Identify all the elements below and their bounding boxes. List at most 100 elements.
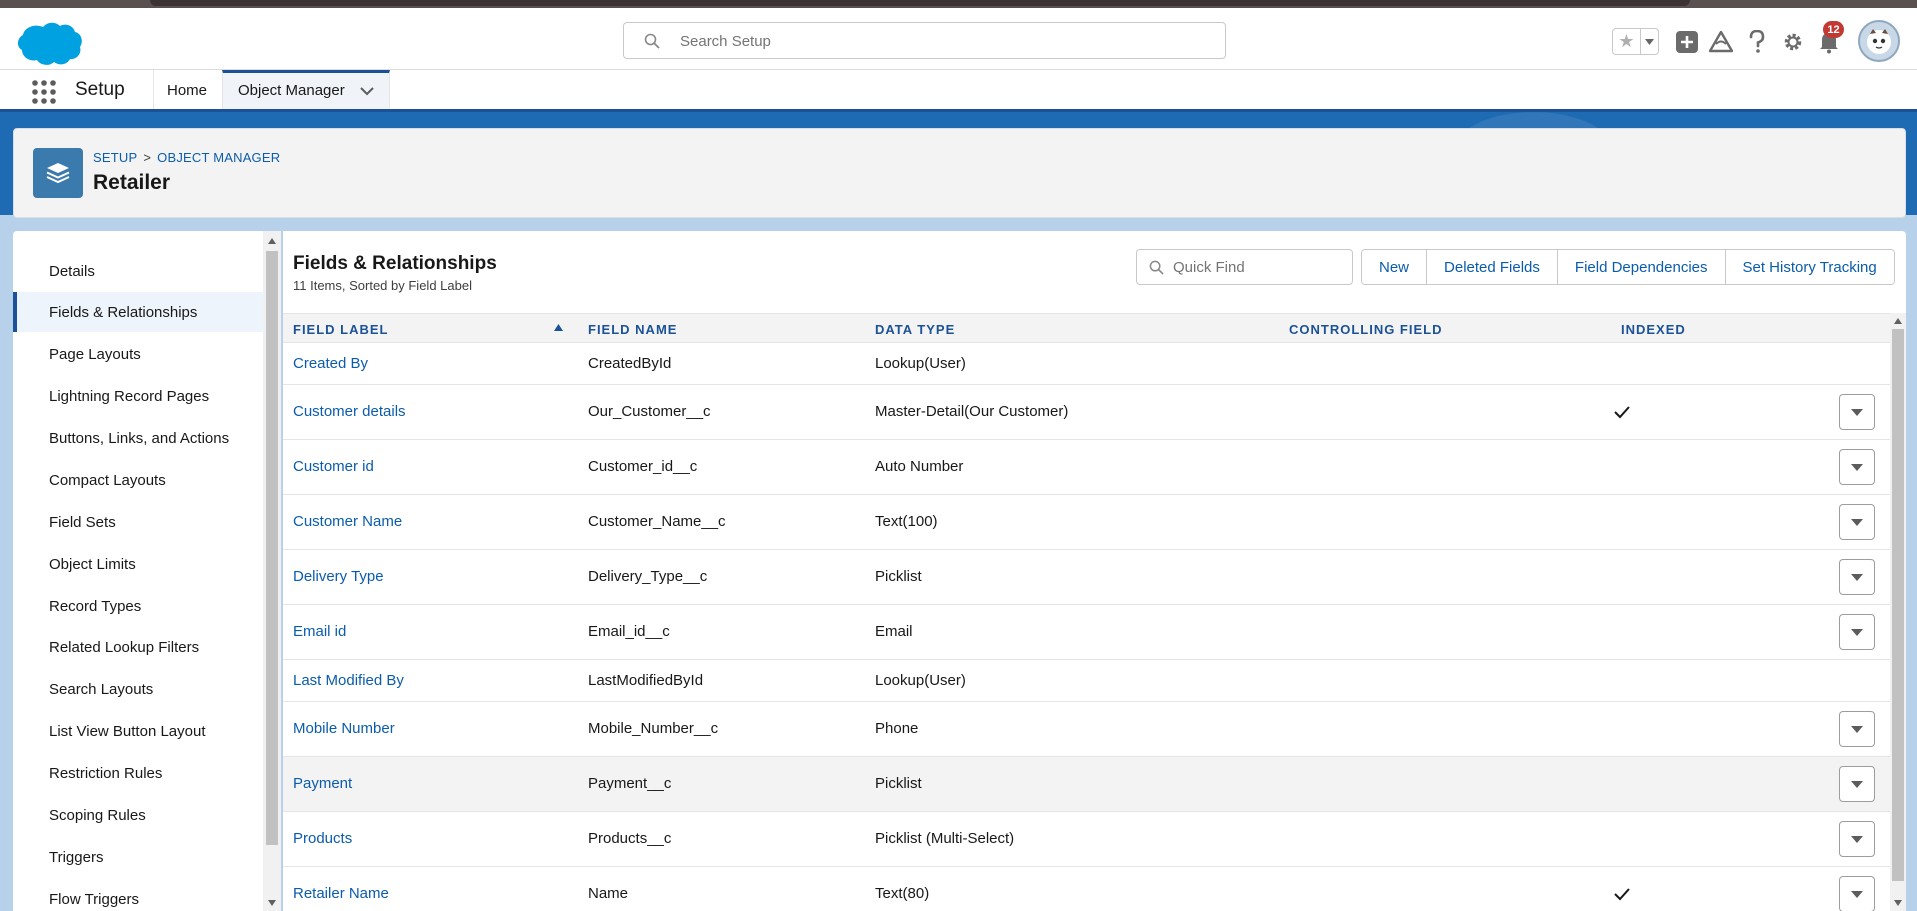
setup-gear-button[interactable] — [1779, 28, 1807, 56]
global-header: ★ 12 — [0, 8, 1917, 70]
caret-down-icon — [1645, 38, 1654, 45]
row-actions-menu-button[interactable] — [1839, 614, 1875, 650]
sidebar-item-record-types[interactable]: Record Types — [13, 586, 263, 626]
action-button-group: New Deleted Fields Field Dependencies Se… — [1361, 249, 1895, 285]
sidebar-item-details[interactable]: Details — [13, 251, 263, 291]
field-dependencies-button[interactable]: Field Dependencies — [1557, 250, 1726, 284]
row-actions-menu-button[interactable] — [1839, 876, 1875, 911]
help-button[interactable] — [1743, 28, 1771, 56]
sidebar-item-object-limits[interactable]: Object Limits — [13, 544, 263, 584]
field-label-link[interactable]: Delivery Type — [293, 568, 384, 585]
app-launcher-waffle-icon[interactable] — [31, 79, 57, 105]
global-actions-button[interactable] — [1673, 28, 1701, 56]
field-data-type: Text(80) — [875, 885, 930, 902]
breadcrumb-setup-link[interactable]: SETUP — [93, 150, 137, 165]
row-actions-menu-button[interactable] — [1839, 504, 1875, 540]
nav-tab-home[interactable]: Home — [167, 82, 207, 99]
row-actions-menu-button[interactable] — [1839, 449, 1875, 485]
table-row: Email id Email_id__c Email — [283, 605, 1890, 660]
nav-tab-object-manager[interactable]: Object Manager — [222, 70, 390, 109]
section-title: Fields & Relationships — [293, 253, 497, 274]
row-actions-menu-button[interactable] — [1839, 821, 1875, 857]
breadcrumb-object-manager-link[interactable]: OBJECT MANAGER — [157, 150, 280, 165]
column-header-indexed[interactable]: INDEXED — [1621, 322, 1686, 337]
sidebar-item-field-sets[interactable]: Field Sets — [13, 502, 263, 542]
sidebar-item-page-layouts[interactable]: Page Layouts — [13, 334, 263, 374]
quick-find-box[interactable] — [1136, 249, 1353, 285]
caret-down-icon — [1851, 573, 1863, 581]
indexed-check-icon — [1614, 888, 1630, 901]
column-header-controlling-field[interactable]: CONTROLLING FIELD — [1289, 322, 1443, 337]
row-actions-menu-button[interactable] — [1839, 394, 1875, 430]
sidebar-scrollbar[interactable] — [263, 231, 281, 911]
column-header-data-type[interactable]: DATA TYPE — [875, 322, 955, 337]
sidebar-item-fields-relationships[interactable]: Fields & Relationships — [13, 292, 263, 332]
indexed-check-icon — [1614, 406, 1630, 419]
table-scrollbar-thumb[interactable] — [1892, 329, 1904, 881]
search-icon — [644, 33, 660, 49]
setup-search-input[interactable] — [680, 29, 1200, 53]
scroll-down-arrow-icon[interactable] — [1893, 899, 1903, 907]
salesforce-logo[interactable] — [16, 20, 82, 66]
object-sidebar: Details Fields & Relationships Page Layo… — [13, 231, 281, 911]
sidebar-item-search-layouts[interactable]: Search Layouts — [13, 669, 263, 709]
favorites-dropdown[interactable] — [1641, 29, 1658, 54]
chevron-down-icon[interactable] — [359, 85, 375, 97]
field-label-link[interactable]: Created By — [293, 355, 368, 372]
scroll-up-arrow-icon[interactable] — [1893, 317, 1903, 325]
sort-ascending-icon[interactable] — [554, 324, 563, 331]
sidebar-item-flow-triggers[interactable]: Flow Triggers — [13, 879, 263, 911]
field-label-link[interactable]: Payment — [293, 775, 352, 792]
sidebar-item-related-lookup-filters[interactable]: Related Lookup Filters — [13, 627, 263, 667]
sidebar-item-restriction-rules[interactable]: Restriction Rules — [13, 753, 263, 793]
app-nav-bar: Setup Home Object Manager — [0, 70, 1917, 112]
row-actions-menu-button[interactable] — [1839, 711, 1875, 747]
table-row: Customer details Our_Customer__c Master-… — [283, 385, 1890, 440]
user-avatar[interactable] — [1858, 20, 1900, 62]
set-history-tracking-button[interactable]: Set History Tracking — [1725, 250, 1894, 284]
field-label-link[interactable]: Products — [293, 830, 352, 847]
sidebar-scrollbar-thumb[interactable] — [266, 251, 278, 845]
caret-down-icon — [1851, 780, 1863, 788]
field-label-link[interactable]: Customer id — [293, 458, 374, 475]
star-icon[interactable]: ★ — [1613, 29, 1641, 54]
scroll-down-arrow-icon[interactable] — [267, 899, 277, 907]
column-header-field-name[interactable]: FIELD NAME — [588, 322, 677, 337]
nav-tab-object-manager-label: Object Manager — [238, 82, 345, 99]
row-actions-menu-button[interactable] — [1839, 559, 1875, 595]
sidebar-item-scoping-rules[interactable]: Scoping Rules — [13, 795, 263, 835]
table-row: Created By CreatedById Lookup(User) — [283, 343, 1890, 385]
field-label-link[interactable]: Last Modified By — [293, 672, 404, 689]
field-label-link[interactable]: Customer Name — [293, 513, 402, 530]
plus-icon — [1676, 31, 1698, 53]
field-data-type: Auto Number — [875, 458, 964, 475]
row-actions-menu-button[interactable] — [1839, 766, 1875, 802]
sidebar-item-compact-layouts[interactable]: Compact Layouts — [13, 460, 263, 500]
trailhead-button[interactable] — [1707, 28, 1735, 56]
field-label-link[interactable]: Customer details — [293, 403, 406, 420]
astro-avatar-icon — [1867, 29, 1891, 54]
field-label-link[interactable]: Retailer Name — [293, 885, 389, 902]
favorites-button[interactable]: ★ — [1612, 28, 1659, 55]
sidebar-item-triggers[interactable]: Triggers — [13, 837, 263, 877]
sidebar-item-buttons-links-actions[interactable]: Buttons, Links, and Actions — [13, 418, 263, 458]
breadcrumb: SETUP > OBJECT MANAGER — [93, 150, 280, 165]
scroll-up-arrow-icon[interactable] — [267, 237, 277, 245]
field-api-name: Email_id__c — [588, 623, 670, 640]
field-label-link[interactable]: Email id — [293, 623, 346, 640]
sidebar-item-list-view-button-layout[interactable]: List View Button Layout — [13, 711, 263, 751]
column-header-field-label[interactable]: FIELD LABEL — [293, 322, 389, 337]
table-scrollbar[interactable] — [1890, 313, 1906, 911]
new-button[interactable]: New — [1362, 250, 1428, 284]
sidebar-item-lightning-record-pages[interactable]: Lightning Record Pages — [13, 376, 263, 416]
caret-down-icon — [1851, 890, 1863, 898]
quick-find-input[interactable] — [1173, 256, 1343, 278]
caret-down-icon — [1851, 463, 1863, 471]
field-data-type: Lookup(User) — [875, 672, 966, 689]
deleted-fields-button[interactable]: Deleted Fields — [1427, 250, 1558, 284]
table-row: Delivery Type Delivery_Type__c Picklist — [283, 550, 1890, 605]
field-label-link[interactable]: Mobile Number — [293, 720, 395, 737]
field-data-type: Picklist — [875, 568, 922, 585]
setup-search-box[interactable] — [623, 22, 1226, 59]
fields-relationships-panel: Fields & Relationships 11 Items, Sorted … — [283, 231, 1906, 911]
